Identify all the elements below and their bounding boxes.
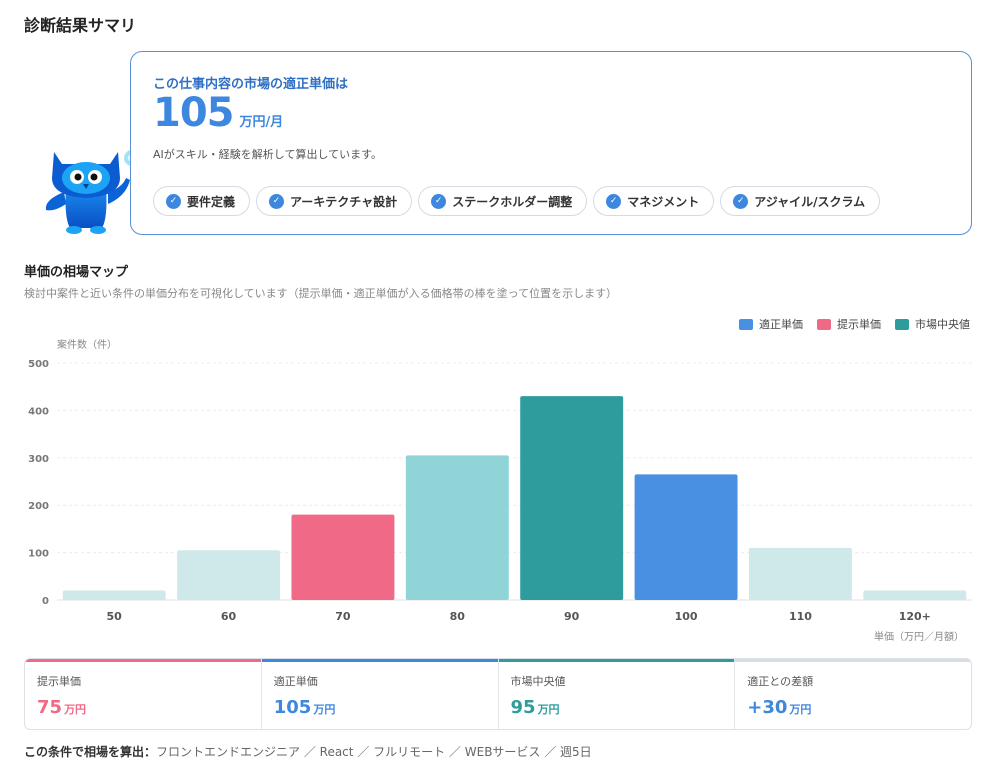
stat-value: +30 万円: [747, 697, 959, 718]
y-tick-label: 300: [28, 454, 49, 465]
stat-unit: 万円: [64, 703, 87, 716]
section-title: 単価の相場マップ: [24, 265, 129, 280]
skill-label: マネジメント: [627, 194, 700, 209]
footer-conditions: この条件で相場を算出：フロントエンドエンジニア ／ React ／ フルリモート…: [24, 743, 592, 760]
x-tick-label: 80: [450, 610, 466, 623]
bar-60: [177, 550, 281, 600]
stat-accent-bar: [25, 659, 261, 662]
stat-accent-bar: [261, 659, 498, 662]
skill-tags: ✓ 要件定義 ✓ アーキテクチャ設計 ✓ ステークホルダー調整 ✓ マネジメント ✓ アジ…: [153, 186, 881, 216]
x-tick-label: 90: [564, 610, 580, 623]
y-tick-label: 200: [28, 501, 49, 512]
skill-tag: ✓ マネジメント: [593, 186, 715, 216]
stat-value: 75 万円: [37, 697, 249, 718]
y-axis-label: 案件数（件）: [57, 338, 117, 351]
page-title: 診断結果サマリ: [24, 16, 137, 35]
skill-label: アジャイル/スクラム: [754, 194, 866, 209]
stats-panel: 提示単価 75 万円 適正単価 105 万円 市場中央値 95 万円 適正との差額 +…: [24, 658, 972, 730]
y-tick-label: 0: [42, 596, 49, 607]
y-tick-label: 100: [28, 549, 49, 560]
stat-number: 75: [37, 697, 63, 718]
stat-value: 95 万円: [511, 697, 723, 718]
legend-swatch: [895, 318, 909, 330]
x-axis-label: 単価（万円／月額）: [874, 630, 964, 643]
price-unit: 万円/月: [239, 115, 284, 130]
price-value: 105: [153, 90, 234, 136]
skill-label: ステークホルダー調整: [452, 194, 573, 209]
bar-120+: [863, 590, 967, 600]
stat-accent-bar: [498, 659, 735, 662]
section-description: 検討中案件と近い条件の単価分布を可視化しています（提示単価・適正単価が入る価格帯…: [24, 287, 618, 300]
result-card: この仕事内容の市場の適正単価は 105 万円/月 AIがスキル・経験を解析して算…: [130, 51, 972, 235]
y-tick-label: 400: [28, 406, 49, 417]
result-description: AIがスキル・経験を解析して算出しています。: [153, 148, 383, 161]
check-icon: ✓: [733, 193, 749, 209]
stat-offered-price: 提示単価 75 万円: [25, 659, 262, 729]
y-tick-label: 500: [28, 359, 49, 370]
stat-fair-price: 適正単価 105 万円: [261, 659, 499, 729]
bar-80: [405, 455, 509, 600]
stat-label: 適正単価: [273, 675, 318, 688]
stat-number: 105: [273, 697, 312, 718]
skill-tag: ✓ 要件定義: [153, 186, 251, 216]
skill-tag: ✓ ステークホルダー調整: [418, 186, 588, 216]
stat-number: 95: [510, 697, 536, 718]
x-tick-label: 60: [221, 610, 237, 623]
stat-unit: 万円: [537, 703, 560, 716]
stat-value: 105 万円: [274, 697, 486, 718]
bar-90: [520, 396, 624, 600]
check-icon: ✓: [269, 193, 285, 209]
skill-label: アーキテクチャ設計: [290, 194, 398, 209]
skill-tag: ✓ アジャイル/スクラム: [720, 186, 881, 216]
legend-swatch: [817, 318, 831, 330]
stat-label: 適正との差額: [747, 675, 814, 688]
stat-market-median: 市場中央値 95 万円: [498, 659, 736, 729]
stat-unit: 万円: [789, 703, 812, 716]
result-price: 105 万円/月: [153, 90, 283, 136]
bar-110: [748, 547, 852, 600]
stat-label: 市場中央値: [510, 675, 566, 688]
x-tick-label: 110: [789, 610, 812, 623]
x-tick-label: 120+: [899, 610, 931, 623]
x-tick-label: 100: [675, 610, 698, 623]
x-tick-label: 70: [335, 610, 351, 623]
footer-label: この条件で相場を算出：: [24, 745, 157, 759]
stat-accent-bar: [735, 659, 971, 662]
stat-unit: 万円: [313, 703, 336, 716]
check-icon: ✓: [606, 193, 622, 209]
x-tick-label: 50: [107, 610, 123, 623]
skill-tag: ✓ アーキテクチャ設計: [256, 186, 413, 216]
check-icon: ✓: [166, 193, 181, 209]
bar-50: [62, 590, 166, 600]
stat-difference: 適正との差額 +30 万円: [735, 659, 971, 729]
stat-label: 提示単価: [37, 675, 81, 688]
bar-100: [634, 474, 738, 600]
legend-swatch: [739, 318, 753, 330]
check-icon: ✓: [431, 193, 447, 209]
stat-number: +30: [747, 697, 788, 718]
bar-70: [291, 514, 395, 600]
footer-conditions-text: フロントエンドエンジニア ／ React ／ フルリモート ／ WEBサービス …: [156, 745, 592, 759]
price-distribution-chart: 案件数（件） 単価（万円／月額） 0 100 200 300 400 500 50 60 70 8…: [28, 338, 972, 643]
skill-label: 要件定義: [187, 194, 236, 209]
